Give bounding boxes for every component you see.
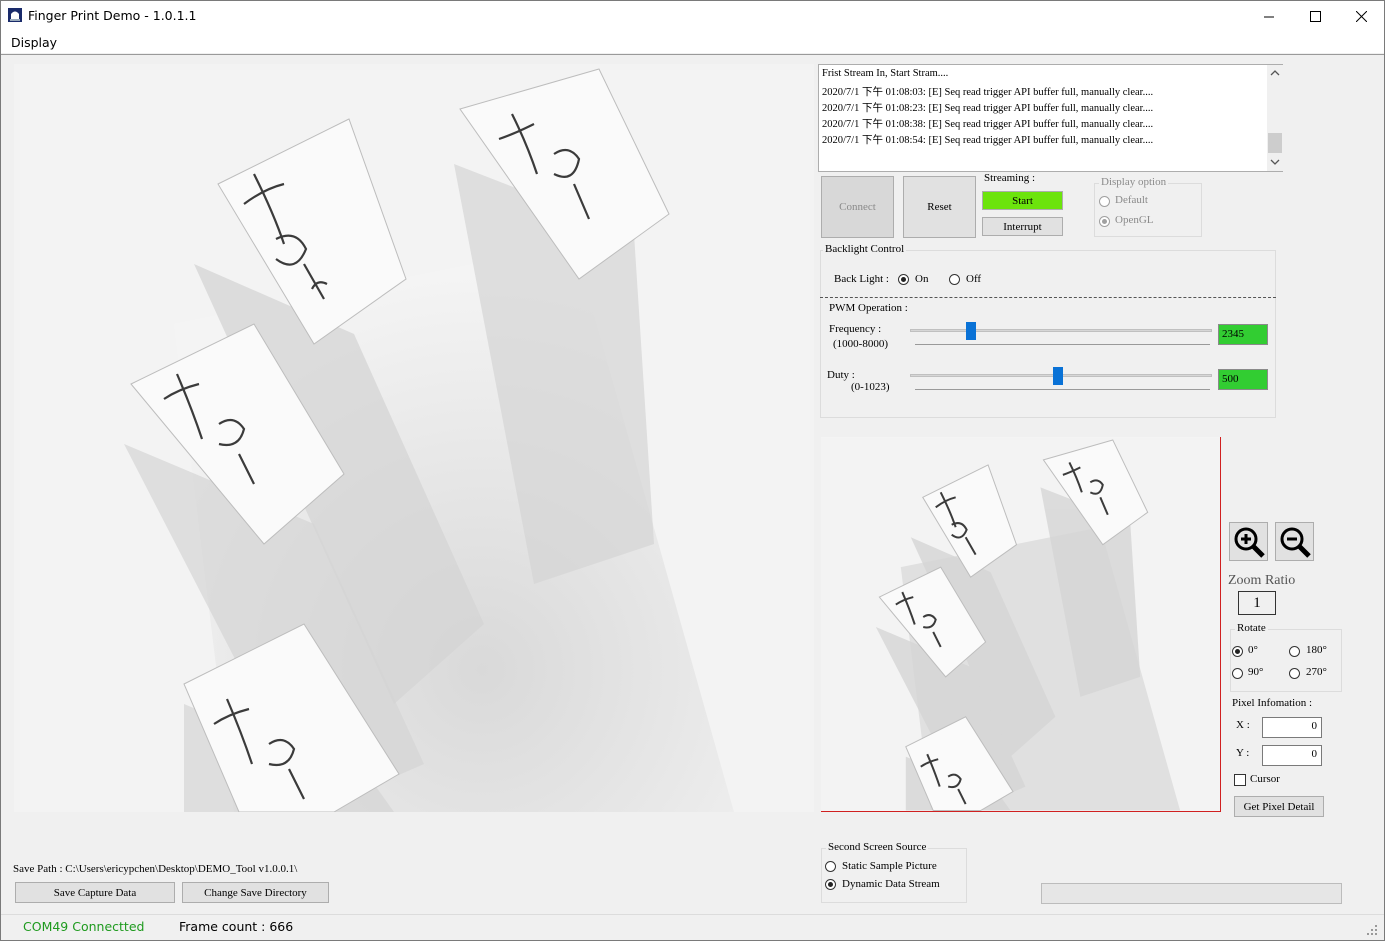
- preview-fingerprint-image: [821, 437, 1220, 811]
- menu-display[interactable]: Display: [11, 35, 57, 50]
- backlight-off-label: Off: [966, 273, 982, 285]
- streaming-label: Streaming :: [984, 172, 1036, 184]
- duty-range: (0-1023): [851, 381, 890, 393]
- backlight-on-label: On: [915, 273, 929, 285]
- pixel-y-label: Y :: [1236, 747, 1250, 759]
- radio-rotate-0[interactable]: [1232, 646, 1243, 657]
- frequency-value: 2345: [1218, 324, 1268, 345]
- rotate-title: Rotate: [1235, 622, 1268, 634]
- scroll-thumb[interactable]: [1268, 133, 1282, 153]
- display-opengl-label: OpenGL: [1115, 214, 1154, 226]
- zoom-out-button[interactable]: [1275, 522, 1314, 561]
- window-title: Finger Print Demo - 1.0.1.1: [28, 8, 197, 23]
- log-line: 2020/7/1 下午 01:08:23: [E] Seq read trigg…: [822, 103, 1154, 114]
- preview-image-view[interactable]: [821, 437, 1221, 812]
- reset-button[interactable]: Reset: [903, 176, 976, 238]
- minimize-button[interactable]: [1246, 1, 1292, 31]
- scroll-down-icon[interactable]: [1270, 158, 1280, 166]
- pixel-x-label: X :: [1236, 719, 1250, 731]
- zoom-in-button[interactable]: [1229, 522, 1268, 561]
- radio-opengl[interactable]: [1099, 216, 1110, 227]
- pixel-x-field[interactable]: 0: [1262, 717, 1322, 738]
- radio-backlight-on[interactable]: [898, 274, 909, 285]
- title-bar: [1, 1, 1384, 31]
- fingerprint-image: [14, 64, 814, 812]
- zoom-ratio-label: Zoom Ratio: [1228, 573, 1296, 588]
- duty-value: 500: [1218, 369, 1268, 390]
- zoom-ratio-value: 1: [1238, 591, 1276, 615]
- rotate-group: [1230, 629, 1342, 692]
- radio-dynamic-stream[interactable]: [825, 879, 836, 890]
- radio-static-sample[interactable]: [825, 861, 836, 872]
- log-line: 2020/7/1 下午 01:08:03: [E] Seq read trigg…: [822, 87, 1154, 98]
- pwm-divider: [820, 297, 1276, 298]
- pixel-y-field[interactable]: 0: [1262, 745, 1322, 766]
- backlight-label: Back Light :: [834, 273, 889, 285]
- close-icon: [1355, 10, 1367, 22]
- log-line: 2020/7/1 下午 01:08:54: [E] Seq read trigg…: [822, 135, 1154, 146]
- frequency-range: (1000-8000): [833, 338, 888, 350]
- rotate-90-label: 90°: [1248, 666, 1264, 678]
- display-option-title: Display option: [1099, 176, 1169, 188]
- frequency-label: Frequency :: [829, 323, 882, 335]
- menu-bar: [1, 31, 1384, 53]
- rotate-180-label: 180°: [1306, 644, 1327, 656]
- radio-backlight-off[interactable]: [949, 274, 960, 285]
- close-button[interactable]: [1338, 1, 1384, 31]
- zoom-out-icon: [1280, 527, 1311, 558]
- radio-rotate-90[interactable]: [1232, 668, 1243, 679]
- radio-default[interactable]: [1099, 196, 1110, 207]
- frame-count: Frame count : 666: [179, 919, 294, 934]
- cursor-checkbox[interactable]: [1234, 774, 1246, 786]
- minimize-icon: [1263, 16, 1274, 17]
- second-screen-title: Second Screen Source: [826, 841, 929, 853]
- frequency-tickline: [915, 344, 1210, 345]
- display-option-group: [1094, 183, 1202, 237]
- connection-status: COM49 Connectted: [23, 919, 145, 934]
- get-pixel-detail-button[interactable]: Get Pixel Detail: [1234, 796, 1324, 817]
- radio-rotate-270[interactable]: [1289, 668, 1300, 679]
- log-box[interactable]: Frist Stream In, Start Stram.... 2020/7/…: [818, 64, 1283, 172]
- rotate-270-label: 270°: [1306, 666, 1327, 678]
- start-button[interactable]: Start: [982, 191, 1063, 210]
- rotate-0-label: 0°: [1248, 644, 1258, 656]
- pwm-title: PWM Operation :: [829, 302, 908, 314]
- backlight-control-title: Backlight Control: [823, 243, 907, 255]
- dynamic-stream-label: Dynamic Data Stream: [842, 878, 940, 890]
- maximize-icon: [1309, 10, 1321, 22]
- maximize-button[interactable]: [1292, 1, 1338, 31]
- log-line: 2020/7/1 下午 01:08:38: [E] Seq read trigg…: [822, 119, 1154, 130]
- main-image-view[interactable]: [14, 64, 814, 812]
- resize-grip-icon[interactable]: [1366, 924, 1378, 936]
- save-path-label: Save Path : C:\Users\ericypchen\Desktop\…: [13, 863, 298, 875]
- second-screen-group: [821, 848, 967, 903]
- duty-slider-thumb[interactable]: [1052, 367, 1063, 385]
- radio-rotate-180[interactable]: [1289, 646, 1300, 657]
- log-line: Frist Stream In, Start Stram....: [822, 68, 949, 79]
- duty-tickline: [915, 389, 1210, 390]
- cursor-label: Cursor: [1250, 773, 1280, 785]
- save-capture-button[interactable]: Save Capture Data: [15, 882, 175, 903]
- progress-bar: [1041, 883, 1342, 904]
- pixel-info-title: Pixel Infomation :: [1232, 697, 1313, 709]
- duty-label: Duty :: [827, 369, 855, 381]
- interrupt-button[interactable]: Interrupt: [982, 217, 1063, 236]
- frequency-slider-thumb[interactable]: [966, 322, 977, 340]
- log-scrollbar[interactable]: [1267, 65, 1283, 171]
- connect-button[interactable]: Connect: [821, 176, 894, 238]
- frequency-slider-track[interactable]: [910, 329, 1212, 332]
- display-default-label: Default: [1115, 194, 1148, 206]
- app-icon: [8, 8, 22, 22]
- menu-separator: [1, 54, 1384, 55]
- change-save-directory-button[interactable]: Change Save Directory: [182, 882, 329, 903]
- scroll-up-icon[interactable]: [1270, 69, 1280, 77]
- zoom-in-icon: [1234, 527, 1265, 558]
- static-sample-label: Static Sample Picture: [842, 860, 937, 872]
